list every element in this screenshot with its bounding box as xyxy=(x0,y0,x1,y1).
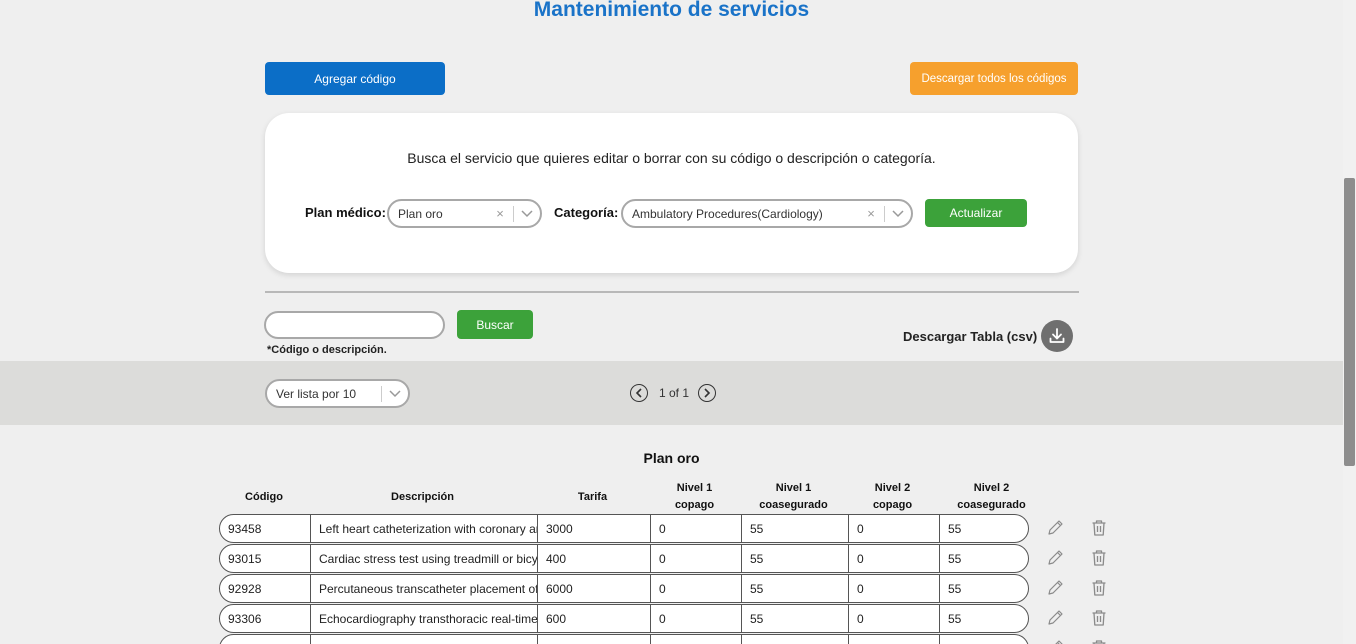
vertical-scrollbar[interactable] xyxy=(1343,0,1356,644)
trash-icon[interactable] xyxy=(1089,578,1109,598)
cell-code[interactable]: 93306 xyxy=(220,605,310,632)
cell-n1-coaseg[interactable] xyxy=(741,635,848,644)
column-header-codigo: Código xyxy=(245,491,283,503)
cell-n2-copago[interactable]: 0 xyxy=(848,575,939,602)
cell-n2-coaseg[interactable] xyxy=(939,635,1028,644)
cell-n2-coaseg[interactable]: 55 xyxy=(939,605,1028,632)
cell-n1-coaseg[interactable]: 55 xyxy=(741,545,848,572)
plan-select-value: Plan oro xyxy=(398,206,443,221)
pencil-icon[interactable] xyxy=(1045,638,1065,644)
filter-instruction: Busca el servicio que quieres editar o b… xyxy=(407,150,936,166)
update-button[interactable]: Actualizar xyxy=(925,199,1027,227)
cell-description[interactable]: Cardiac stress test using treadmill or b… xyxy=(310,545,537,572)
clear-icon[interactable]: × xyxy=(491,206,509,221)
pencil-icon[interactable] xyxy=(1045,548,1065,568)
select-separator xyxy=(513,205,514,222)
plan-select[interactable]: Plan oro × xyxy=(387,199,542,228)
cell-n1-copago[interactable]: 0 xyxy=(650,515,741,542)
section-divider xyxy=(265,291,1079,293)
table-row: 93306 Echocardiography transthoracic real… xyxy=(219,604,1029,633)
cell-n2-coaseg[interactable]: 55 xyxy=(939,575,1028,602)
add-code-button[interactable]: Agregar código xyxy=(265,62,445,95)
chevron-right-icon[interactable] xyxy=(698,384,716,402)
column-header-n2-coasegurado: Nivel 2 coasegurado xyxy=(957,482,1026,511)
cell-n2-copago[interactable]: 0 xyxy=(848,605,939,632)
chevron-down-icon[interactable] xyxy=(518,205,536,223)
cell-code[interactable]: 93015 xyxy=(220,545,310,572)
page-indicator: 1 of 1 xyxy=(659,386,690,400)
cell-n1-coaseg[interactable]: 55 xyxy=(741,515,848,542)
pencil-icon[interactable] xyxy=(1045,518,1065,538)
column-header-n1-copago: Nivel 1 copago xyxy=(674,482,715,511)
table-row: 92928 Percutaneous transcatheter placemen… xyxy=(219,574,1029,603)
table-row: 93458 Left heart catheterization with cor… xyxy=(219,514,1029,543)
cell-n2-copago[interactable] xyxy=(848,635,939,644)
plan-label: Plan médico: xyxy=(305,205,386,220)
chevron-down-icon[interactable] xyxy=(386,385,404,403)
scrollbar-thumb[interactable] xyxy=(1344,178,1355,466)
select-separator xyxy=(381,385,382,402)
cell-code[interactable]: 92928 xyxy=(220,575,310,602)
cell-n1-coaseg[interactable]: 55 xyxy=(741,605,848,632)
category-select-value: Ambulatory Procedures(Cardiology) xyxy=(632,206,823,221)
download-csv-label: Descargar Tabla (csv) xyxy=(903,329,1038,344)
search-button[interactable]: Buscar xyxy=(457,310,533,339)
clear-icon[interactable]: × xyxy=(862,206,880,221)
column-header-descripcion: Descripción xyxy=(391,491,454,503)
cell-tarifa[interactable]: 6000 xyxy=(537,575,650,602)
cell-n2-coaseg[interactable]: 55 xyxy=(939,545,1028,572)
cell-tarifa[interactable] xyxy=(537,635,650,644)
cell-tarifa[interactable]: 400 xyxy=(537,545,650,572)
cell-tarifa[interactable]: 600 xyxy=(537,605,650,632)
cell-n1-copago[interactable] xyxy=(650,635,741,644)
search-hint: *Código o descripción. xyxy=(267,344,387,356)
cell-n2-coaseg[interactable]: 55 xyxy=(939,515,1028,542)
page-size-select[interactable]: Ver lista por 10 xyxy=(265,379,410,408)
cell-n2-copago[interactable]: 0 xyxy=(848,515,939,542)
cell-n1-copago[interactable]: 0 xyxy=(650,575,741,602)
table-title: Plan oro xyxy=(643,450,700,466)
pencil-icon[interactable] xyxy=(1045,608,1065,628)
cell-code[interactable]: 93458 xyxy=(220,515,310,542)
filter-card: Busca el servicio que quieres editar o b… xyxy=(265,113,1078,273)
cell-n2-copago[interactable]: 0 xyxy=(848,545,939,572)
select-separator xyxy=(884,205,885,222)
cell-description[interactable]: Percutaneous transcatheter placement of xyxy=(310,575,537,602)
download-all-codes-button[interactable]: Descargar todos los códigos xyxy=(910,62,1078,95)
column-header-tarifa: Tarifa xyxy=(577,491,608,503)
table-row: 93015 Cardiac stress test using treadmill… xyxy=(219,544,1029,573)
download-icon[interactable] xyxy=(1041,320,1073,352)
cell-description[interactable]: Left heart catheterization with coronary… xyxy=(310,515,537,542)
cell-description[interactable]: Echocardiography transthoracic real-time xyxy=(310,605,537,632)
cell-n1-copago[interactable]: 0 xyxy=(650,545,741,572)
search-input[interactable] xyxy=(264,311,445,339)
category-select[interactable]: Ambulatory Procedures(Cardiology) × xyxy=(621,199,913,228)
trash-icon[interactable] xyxy=(1089,518,1109,538)
chevron-down-icon[interactable] xyxy=(889,205,907,223)
chevron-left-icon[interactable] xyxy=(630,384,648,402)
pencil-icon[interactable] xyxy=(1045,578,1065,598)
table-row xyxy=(219,634,1029,644)
cell-code[interactable] xyxy=(220,635,310,644)
column-header-n2-copago: Nivel 2 copago xyxy=(872,482,913,511)
trash-icon[interactable] xyxy=(1089,548,1109,568)
cell-n1-copago[interactable]: 0 xyxy=(650,605,741,632)
category-label: Categoría: xyxy=(554,205,619,220)
page-title: Mantenimiento de servicios xyxy=(533,0,810,21)
cell-tarifa[interactable]: 3000 xyxy=(537,515,650,542)
page-size-value: Ver lista por 10 xyxy=(276,386,357,401)
cell-description[interactable] xyxy=(310,635,537,644)
trash-icon[interactable] xyxy=(1089,608,1109,628)
cell-n1-coaseg[interactable]: 55 xyxy=(741,575,848,602)
trash-icon[interactable] xyxy=(1089,638,1109,644)
column-header-n1-coasegurado: Nivel 1 coasegurado xyxy=(759,482,828,511)
